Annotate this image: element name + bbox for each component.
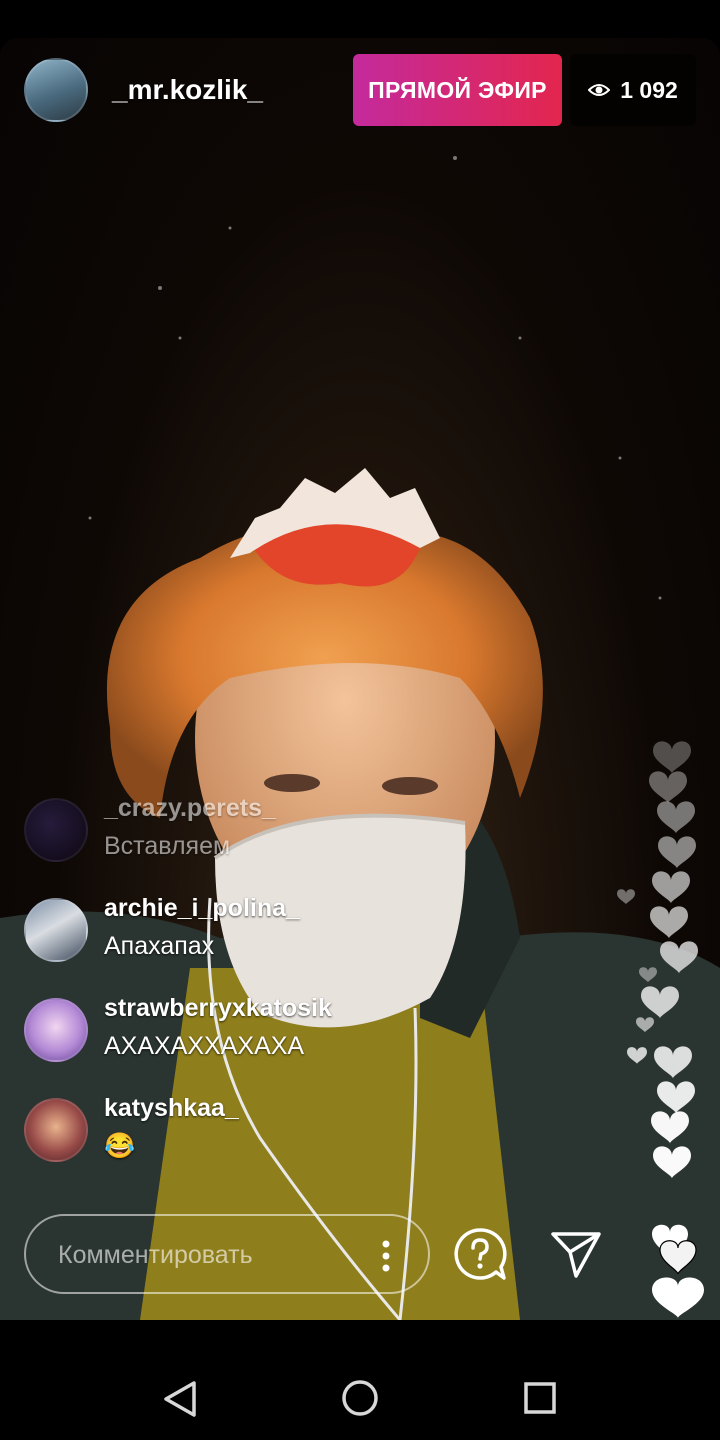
comment-username[interactable]: katyshkaa_ (104, 1094, 239, 1123)
commenter-avatar[interactable] (24, 798, 88, 862)
vertical-dots-icon[interactable] (376, 1236, 396, 1276)
eye-icon (588, 84, 611, 96)
commenter-avatar[interactable] (24, 998, 88, 1062)
comment-username[interactable]: archie_i_polina_ (104, 894, 300, 923)
recents-icon[interactable] (523, 1381, 557, 1415)
viewer-count-badge[interactable]: 1 092 (570, 54, 696, 126)
live-label: ПРЯМОЙ ЭФИР (368, 76, 547, 103)
live-badge: ПРЯМОЙ ЭФИР (353, 54, 562, 126)
commenter-avatar[interactable] (24, 1098, 88, 1162)
comment-item: archie_i_polina_ Апахапах (24, 894, 584, 962)
host-username[interactable]: _mr.kozlik_ (112, 74, 263, 106)
host-avatar[interactable] (24, 58, 88, 122)
comment-text: 😂 (104, 1132, 136, 1160)
heart-icon[interactable] (646, 1218, 710, 1318)
comment-item: _crazy.perets_ Вставляем (24, 794, 584, 862)
back-icon[interactable] (162, 1380, 198, 1418)
comment-composer (24, 1214, 430, 1294)
home-icon[interactable] (341, 1379, 379, 1417)
commenter-avatar[interactable] (24, 898, 88, 962)
system-navigation-bar (0, 1320, 720, 1440)
comment-username[interactable]: _crazy.perets_ (104, 794, 276, 823)
comment-text: АХАХАХХАХАХА (104, 1032, 305, 1060)
paper-plane-icon[interactable] (550, 1230, 602, 1280)
comment-text: Вставляем (104, 832, 231, 860)
comment-item: strawberryxkatosik АХАХАХХАХАХА (24, 994, 584, 1062)
comment-text: Апахапах (104, 932, 215, 960)
status-strip (0, 0, 720, 38)
comment-username[interactable]: strawberryxkatosik (104, 994, 332, 1023)
question-bubble-icon[interactable] (452, 1226, 508, 1282)
viewer-count: 1 092 (620, 76, 678, 103)
comment-item: katyshkaa_ 😂 (24, 1094, 584, 1162)
comment-input[interactable] (56, 1234, 360, 1276)
